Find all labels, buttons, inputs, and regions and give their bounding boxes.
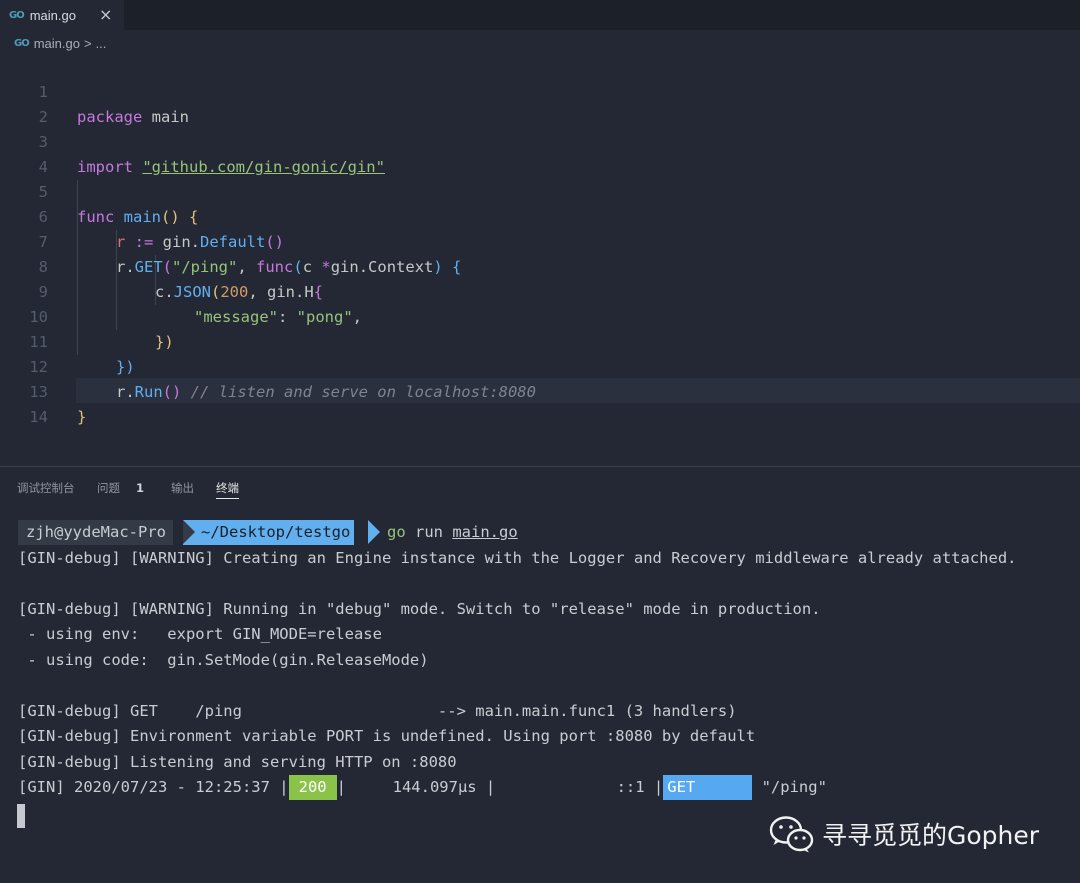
prompt-separator-arrow xyxy=(368,520,380,544)
command-file: main.go xyxy=(452,523,518,541)
code-line: 11 }) xyxy=(0,305,1080,376)
log-middle: | 144.097µs | ::1 | xyxy=(336,778,664,796)
code-line: 1 package main xyxy=(0,55,1080,126)
code-line: 9 "message": "pong", xyxy=(0,255,1080,326)
command-go: go xyxy=(387,523,406,541)
code-token: } xyxy=(77,408,87,426)
watermark: 寻寻觅觅的Gopher xyxy=(768,814,1039,854)
code-line: 7 r.GET("/ping", func(c *gin.Context) { xyxy=(0,205,1080,276)
tab-label: main.go xyxy=(29,7,76,23)
go-file-icon: GO xyxy=(9,9,25,21)
prompt-separator-arrow xyxy=(183,520,195,544)
breadcrumb-more[interactable]: ... xyxy=(96,36,107,51)
breadcrumb-file[interactable]: main.go xyxy=(34,36,80,51)
breadcrumb: GO main.go > ... xyxy=(0,30,1080,56)
code-line: 3 import "github.com/gin-gonic/gin" xyxy=(0,105,1080,176)
panel-divider xyxy=(0,466,1080,467)
tab-output[interactable]: 输出 xyxy=(171,478,194,498)
prompt-path: ~/Desktop/testgo xyxy=(183,520,355,545)
panel-tab-bar: 调试控制台 问题 1 输出 终端 xyxy=(0,478,1080,500)
go-file-icon: GO xyxy=(14,37,30,49)
editor-tab-bar: GO main.go × xyxy=(0,0,1080,30)
code-line: 14 xyxy=(0,380,1080,426)
code-line: 5 func main() { xyxy=(0,155,1080,226)
code-line: 6 r := gin.Default() xyxy=(0,180,1080,251)
terminal-prompt: zjh@yydeMac-Pro ~/Desktop/testgo go run … xyxy=(0,520,1080,545)
command-run: run xyxy=(405,523,453,541)
wechat-icon xyxy=(769,816,814,853)
code-editor[interactable]: 1 package main 2 3 import "github.com/gi… xyxy=(0,55,1080,426)
terminal-line: [GIN-debug] Listening and serving HTTP o… xyxy=(18,752,457,771)
watermark-text: 寻寻觅觅的Gopher xyxy=(822,821,1040,850)
terminal-command: go run main.go xyxy=(387,520,518,545)
tab-problems[interactable]: 问题 xyxy=(97,478,120,498)
problems-count-badge: 1 xyxy=(136,481,145,495)
code-line: 12 r.Run() // listen and serve on localh… xyxy=(0,330,1080,401)
terminal-cursor xyxy=(17,804,25,828)
tab-main-go[interactable]: GO main.go × xyxy=(0,0,124,30)
tab-debug-console[interactable]: 调试控制台 xyxy=(17,478,75,498)
terminal-line: [GIN-debug] Environment variable PORT is… xyxy=(18,727,756,745)
chevron-right-icon: > xyxy=(83,35,92,51)
terminal-line: [GIN-debug] GET /ping --> main.main.func… xyxy=(18,701,737,720)
terminal-line: [GIN-debug] [WARNING] Running in "debug"… xyxy=(18,599,821,618)
terminal-line: - using code: gin.SetMode(gin.ReleaseMod… xyxy=(18,650,429,669)
tab-terminal[interactable]: 终端 xyxy=(216,478,239,499)
log-prefix: [GIN] 2020/07/23 - 12:25:37 | xyxy=(18,778,289,796)
code-line: 8 c.JSON(200, gin.H{ xyxy=(0,230,1080,301)
line-number: 14 xyxy=(29,408,48,426)
close-icon[interactable]: × xyxy=(99,5,112,24)
prompt-user: zjh@yydeMac-Pro xyxy=(18,520,173,545)
terminal-line: - using env: export GIN_MODE=release xyxy=(18,625,382,643)
status-badge: 200 xyxy=(288,775,337,800)
code-line: 13 } xyxy=(0,355,1080,426)
code-line: 2 xyxy=(0,80,1080,126)
code-line: 4 xyxy=(0,130,1080,176)
terminal-log-line: [GIN] 2020/07/23 - 12:25:37 | 200 | 144.09… xyxy=(18,775,827,800)
method-badge: GET xyxy=(663,775,753,800)
log-path: "/ping" xyxy=(752,778,827,796)
terminal-line: [GIN-debug] [WARNING] Creating an Engine… xyxy=(18,548,1017,567)
code-line: 10 }) xyxy=(0,280,1080,351)
